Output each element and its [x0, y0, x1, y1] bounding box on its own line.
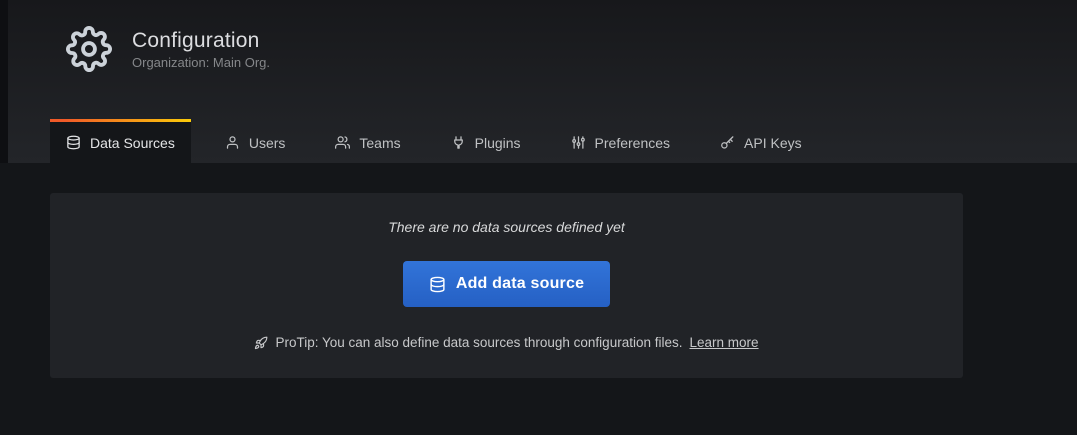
- protip-text: ProTip: You can also define data sources…: [275, 335, 682, 350]
- tab-api-keys[interactable]: API Keys: [704, 119, 818, 163]
- add-data-source-label: Add data source: [456, 275, 584, 293]
- rocket-icon: [254, 336, 268, 350]
- empty-state-panel: There are no data sources defined yet Ad…: [50, 193, 963, 378]
- users-icon: [335, 135, 350, 150]
- tab-label: Data Sources: [90, 135, 175, 151]
- tab-plugins[interactable]: Plugins: [435, 119, 537, 163]
- tab-users[interactable]: Users: [209, 119, 302, 163]
- page-header: Configuration Organization: Main Org. Da…: [8, 0, 1077, 163]
- database-icon: [66, 135, 81, 150]
- tab-label: Plugins: [475, 135, 521, 151]
- add-data-source-button[interactable]: Add data source: [403, 261, 610, 307]
- tab-label: Teams: [359, 135, 400, 151]
- plug-icon: [451, 135, 466, 150]
- tab-label: Users: [249, 135, 286, 151]
- header-main: Configuration Organization: Main Org.: [8, 0, 1077, 72]
- database-icon: [429, 276, 446, 293]
- key-icon: [720, 135, 735, 150]
- sliders-icon: [571, 135, 586, 150]
- configuration-gear-icon: [66, 26, 112, 72]
- tab-data-sources[interactable]: Data Sources: [50, 119, 191, 163]
- tab-teams[interactable]: Teams: [319, 119, 416, 163]
- tab-label: Preferences: [595, 135, 670, 151]
- tab-label: API Keys: [744, 135, 802, 151]
- page-subtitle: Organization: Main Org.: [132, 55, 270, 70]
- learn-more-link[interactable]: Learn more: [689, 335, 758, 350]
- left-edge-strip: [0, 0, 8, 163]
- empty-state-message: There are no data sources defined yet: [388, 219, 625, 235]
- user-icon: [225, 135, 240, 150]
- title-block: Configuration Organization: Main Org.: [132, 28, 270, 70]
- tab-bar: Data Sources Users Teams: [50, 119, 818, 163]
- page-title: Configuration: [132, 28, 270, 54]
- protip-row: ProTip: You can also define data sources…: [254, 335, 758, 350]
- tab-preferences[interactable]: Preferences: [555, 119, 686, 163]
